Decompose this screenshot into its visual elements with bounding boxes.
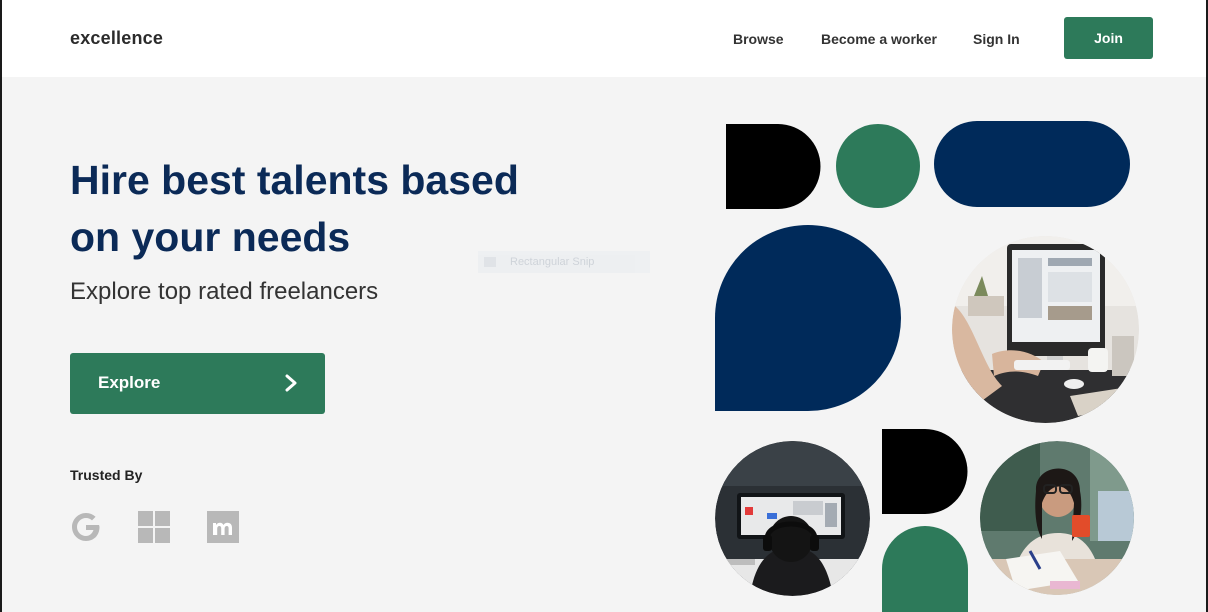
nav-link-sign-in[interactable]: Sign In <box>973 31 1020 47</box>
snip-icon <box>484 257 496 267</box>
black-half-round-small-shape <box>882 429 968 514</box>
black-half-round-shape <box>726 124 821 209</box>
hero-headline: Hire best talents based on your needs <box>70 152 590 266</box>
microsoft-icon <box>138 511 170 543</box>
headline-line-1: Hire best talents based <box>70 157 519 203</box>
chevron-right-icon <box>285 374 297 392</box>
site-logo[interactable]: excellence <box>70 28 163 49</box>
nav-link-become-worker[interactable]: Become a worker <box>821 31 937 47</box>
top-navigation-bar: excellence Browse Become a worker Sign I… <box>0 0 1208 77</box>
green-arch-shape <box>882 526 968 612</box>
freelancer-with-headphones-photo <box>715 441 870 596</box>
explore-button[interactable]: Explore <box>70 353 325 414</box>
freelancer-writing-photo <box>980 441 1134 595</box>
snip-overlay: Rectangular Snip <box>478 251 650 273</box>
hero-subheadline: Explore top rated freelancers <box>70 278 379 305</box>
explore-button-label: Explore <box>98 373 161 392</box>
google-icon <box>72 513 100 541</box>
meetup-icon <box>207 511 239 543</box>
green-circle-shape <box>836 124 920 208</box>
snip-overlay-label: Rectangular Snip <box>510 256 595 268</box>
navy-drop-shape <box>715 225 901 411</box>
freelancer-at-desk-photo <box>952 236 1139 423</box>
join-button[interactable]: Join <box>1064 17 1153 59</box>
trusted-by-heading: Trusted By <box>70 467 143 483</box>
navy-pill-shape <box>934 121 1130 207</box>
nav-link-browse[interactable]: Browse <box>733 31 784 47</box>
